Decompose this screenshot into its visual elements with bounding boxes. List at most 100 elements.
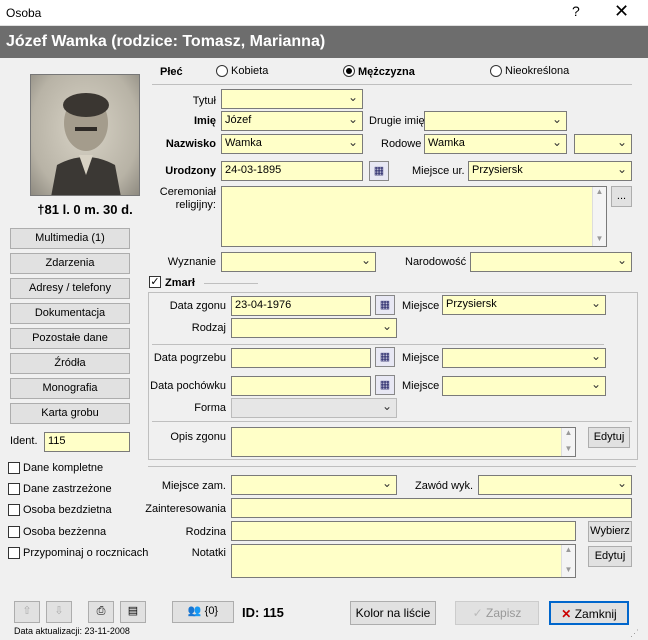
- title-bar: Osoba ? ✕: [0, 0, 648, 26]
- monograph-button[interactable]: Monografia: [10, 378, 130, 399]
- deceased-checkbox[interactable]: ✓: [149, 276, 161, 288]
- burial-place-combo[interactable]: [442, 376, 606, 396]
- list-color-button[interactable]: Kolor na liście: [350, 601, 436, 625]
- notes-edit-button[interactable]: Edytuj: [588, 546, 632, 567]
- maiden-name-combo[interactable]: Wamka: [424, 134, 567, 154]
- death-type-combo[interactable]: [231, 318, 397, 338]
- documentation-button[interactable]: Dokumentacja: [10, 303, 130, 324]
- death-description-field[interactable]: [231, 427, 576, 457]
- male-label: Mężczyzna: [358, 66, 415, 78]
- first-name-combo[interactable]: Józef: [221, 111, 363, 131]
- title-combo[interactable]: [221, 89, 363, 109]
- move-down-button[interactable]: ⇩: [46, 601, 72, 623]
- events-button[interactable]: Zdarzenia: [10, 253, 130, 274]
- birth-place-label: Miejsce ur.: [412, 165, 465, 177]
- complete-data-checkbox[interactable]: [8, 462, 20, 474]
- restricted-data-label: Dane zastrzeżone: [23, 483, 112, 495]
- burial-form-label: Forma: [194, 402, 226, 414]
- funeral-place-combo[interactable]: [442, 348, 606, 368]
- multimedia-button[interactable]: Multimedia (1): [10, 228, 130, 249]
- religion-combo[interactable]: [221, 252, 376, 272]
- family-field[interactable]: [231, 521, 576, 541]
- burial-date-field[interactable]: [231, 376, 371, 396]
- interests-label: Zainteresowania: [145, 503, 226, 515]
- female-label: Kobieta: [231, 65, 269, 77]
- death-description-label: Opis zgonu: [170, 431, 226, 443]
- birth-date-calendar-icon[interactable]: ▦: [369, 161, 389, 181]
- childless-checkbox[interactable]: [8, 504, 20, 516]
- unmarried-checkbox[interactable]: [8, 526, 20, 538]
- occupation-combo[interactable]: [478, 475, 632, 495]
- children-count-button[interactable]: 👥 {0}: [172, 601, 234, 623]
- last-updated: Data aktualizacji: 23-11-2008: [14, 626, 130, 636]
- save-label: Zapisz: [486, 606, 522, 620]
- death-separator-1: [152, 344, 604, 345]
- print-icon[interactable]: ⎙: [88, 601, 114, 623]
- ident-field[interactable]: 115: [44, 432, 130, 452]
- death-description-edit-button[interactable]: Edytuj: [588, 427, 630, 448]
- ceremonial-label: Ceremoniał religijny:: [159, 186, 216, 211]
- ceremonial-more-button[interactable]: ...: [611, 186, 632, 207]
- funeral-place-label: Miejsce: [402, 352, 440, 364]
- interests-field[interactable]: [231, 498, 632, 518]
- death-separator-2: [152, 421, 632, 422]
- children-count: {0}: [204, 605, 219, 617]
- move-up-button[interactable]: ⇧: [14, 601, 40, 623]
- funeral-date-calendar-icon[interactable]: ▦: [375, 347, 395, 367]
- birth-date-field[interactable]: 24-03-1895: [221, 161, 363, 181]
- surname-extra-combo[interactable]: [574, 134, 632, 154]
- burial-place-label: Miejsce: [402, 380, 440, 392]
- window-title: Osoba: [6, 6, 42, 20]
- burial-form-combo[interactable]: [231, 398, 397, 418]
- maiden-name-label: Rodowe: [381, 138, 422, 150]
- family-select-button[interactable]: Wybierz: [588, 521, 632, 542]
- death-place-combo[interactable]: Przysiersk: [442, 295, 606, 315]
- check-icon: ✓: [472, 606, 483, 620]
- deceased-label: Zmarł: [165, 277, 195, 289]
- death-date-field[interactable]: 23-04-1976: [231, 296, 371, 316]
- nationality-label: Narodowość: [405, 256, 467, 268]
- save-button[interactable]: ✓ Zapisz: [455, 601, 539, 625]
- residence-label: Miejsce zam.: [161, 480, 226, 492]
- occupation-label: Zawód wyk.: [415, 480, 474, 492]
- funeral-date-field[interactable]: [231, 348, 371, 368]
- close-button[interactable]: ✕ Zamknij: [549, 601, 629, 625]
- residence-combo[interactable]: [231, 475, 397, 495]
- unmarried-label: Osoba bezżenna: [23, 526, 107, 538]
- surname-combo[interactable]: Wamka: [221, 134, 363, 154]
- restricted-data-checkbox[interactable]: [8, 483, 20, 495]
- notes-field[interactable]: [231, 544, 576, 578]
- notes-scrollbar[interactable]: ▲ ▼: [561, 545, 575, 577]
- death-description-scrollbar[interactable]: ▲ ▼: [561, 428, 575, 456]
- death-date-calendar-icon[interactable]: ▦: [375, 295, 395, 315]
- undetermined-radio[interactable]: [490, 65, 502, 77]
- undetermined-label: Nieokreślona: [505, 65, 570, 77]
- birth-place-combo[interactable]: Przysiersk: [468, 161, 632, 181]
- family-label: Rodzina: [185, 526, 226, 538]
- ident-label: Ident.: [10, 435, 38, 447]
- anniversary-reminder-checkbox[interactable]: [8, 547, 20, 559]
- help-button[interactable]: ?: [572, 3, 580, 19]
- addresses-button[interactable]: Adresy / telefony: [10, 278, 130, 299]
- death-date-label: Data zgonu: [169, 300, 226, 312]
- female-radio[interactable]: [216, 65, 228, 77]
- male-radio[interactable]: [343, 65, 355, 77]
- ceremonial-field[interactable]: [221, 186, 607, 247]
- burial-date-calendar-icon[interactable]: ▦: [375, 375, 395, 395]
- nationality-combo[interactable]: [470, 252, 632, 272]
- grave-card-button[interactable]: Karta grobu: [10, 403, 130, 424]
- notes-label: Notatki: [191, 547, 226, 559]
- second-name-combo[interactable]: [424, 111, 567, 131]
- close-icon: ✕: [561, 607, 572, 621]
- sources-button[interactable]: Źródła: [10, 353, 130, 374]
- close-window-button[interactable]: ✕: [614, 1, 629, 22]
- calculator-icon[interactable]: ▤: [120, 601, 146, 623]
- title-label: Tytuł: [192, 95, 216, 107]
- children-icon: 👥: [187, 605, 202, 617]
- resize-grip[interactable]: ⋰: [630, 628, 642, 638]
- burial-date-label: Data pochówku: [150, 380, 226, 392]
- other-data-button[interactable]: Pozostałe dane: [10, 328, 130, 349]
- ceremonial-scrollbar[interactable]: ▲ ▼: [592, 187, 606, 246]
- death-type-label: Rodzaj: [191, 322, 226, 334]
- person-photo[interactable]: [30, 74, 140, 196]
